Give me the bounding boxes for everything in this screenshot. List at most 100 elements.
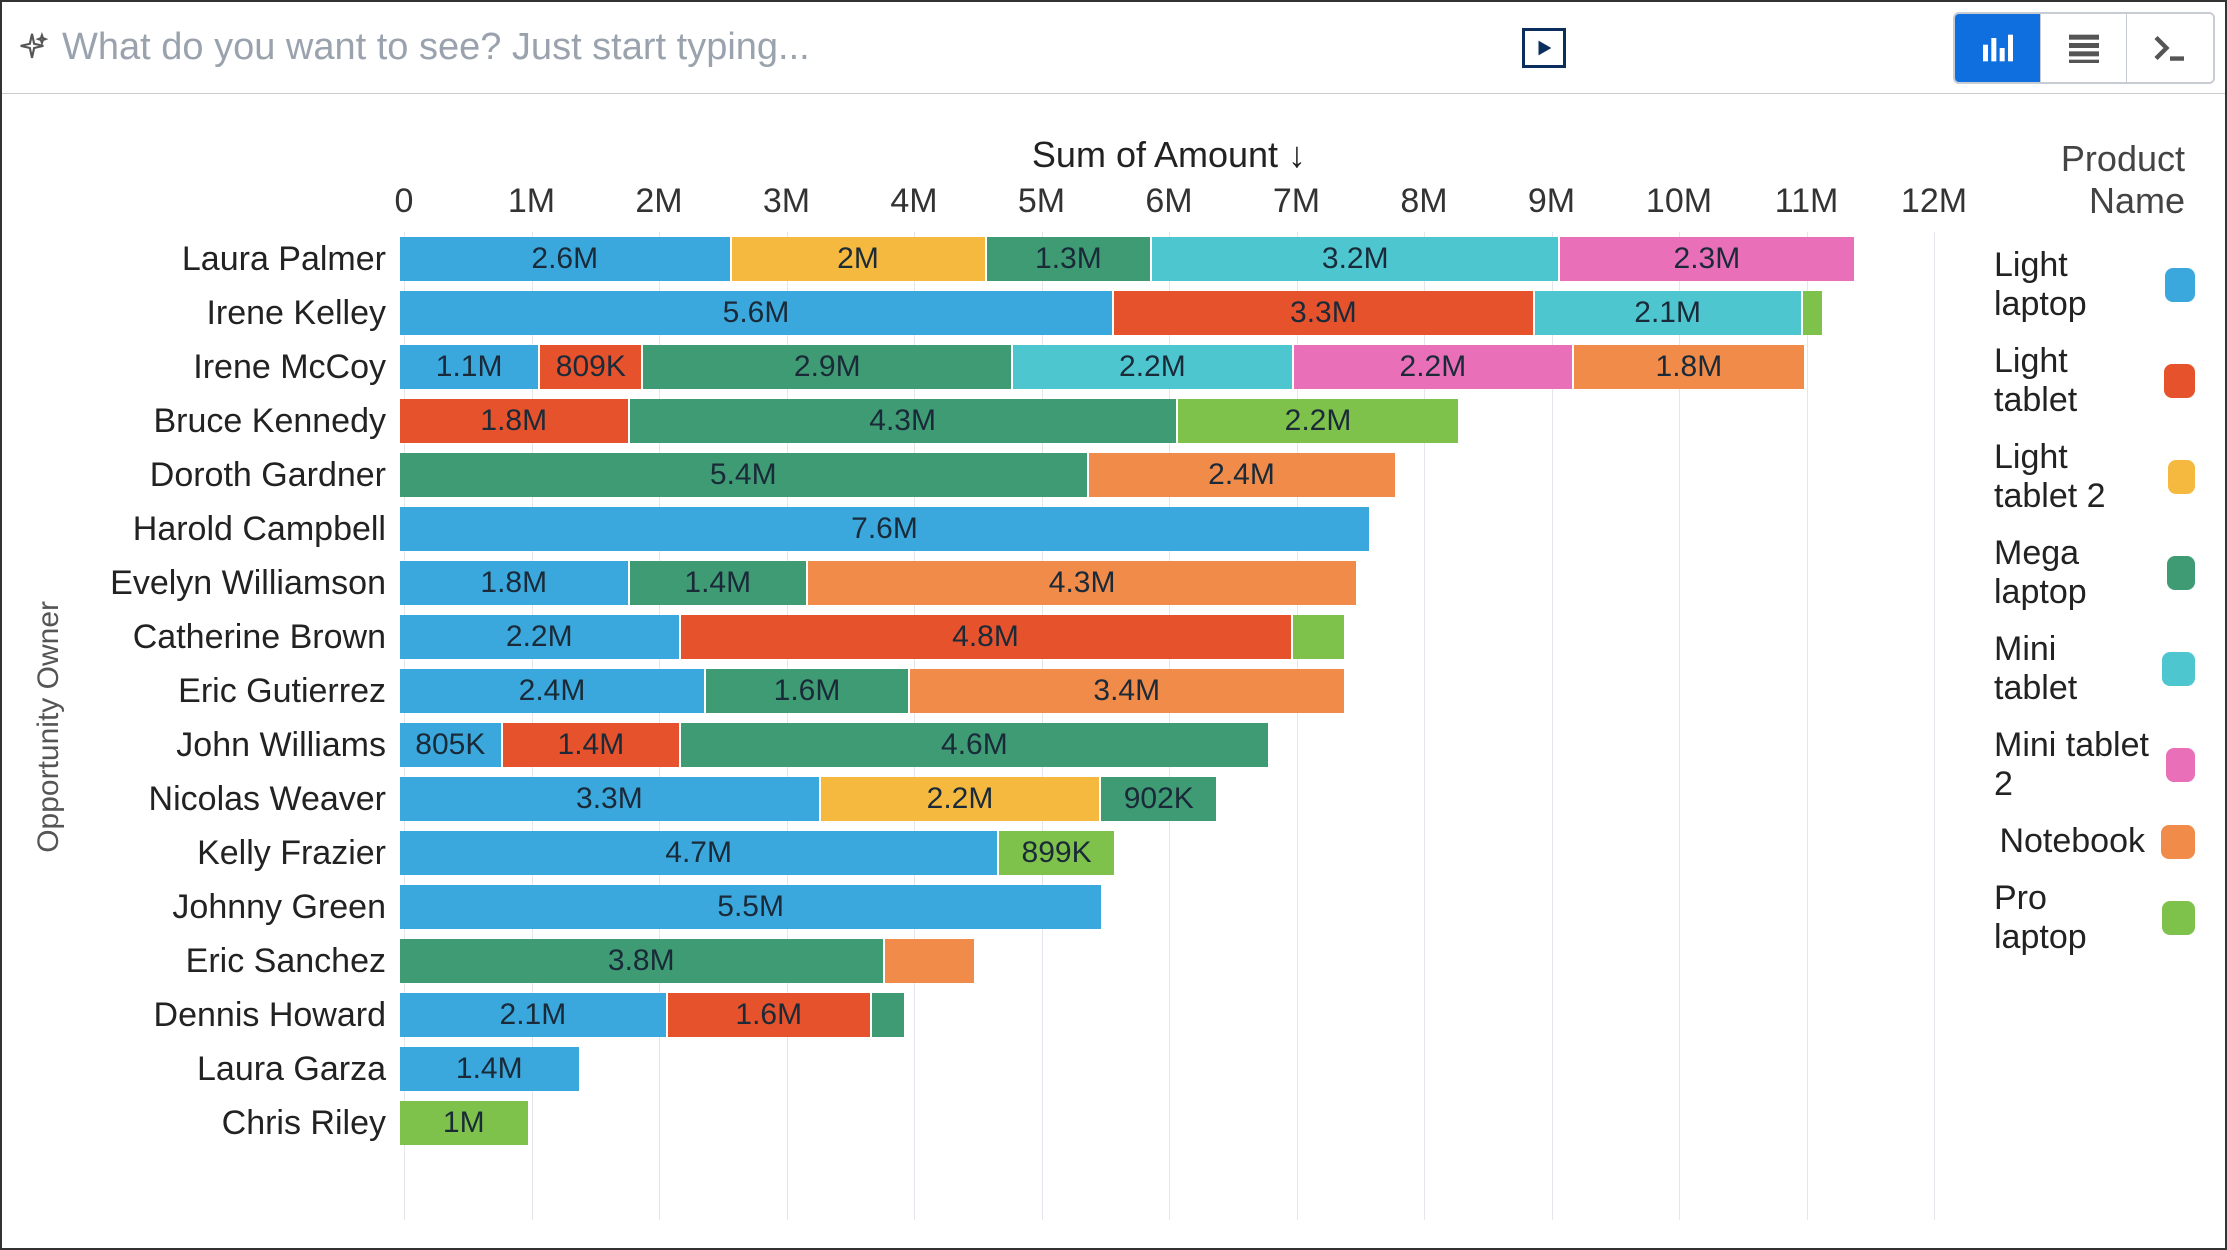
bar-segment[interactable]: 7.6M	[400, 507, 1369, 551]
bar[interactable]: 1.8M1.4M4.3M	[400, 559, 1934, 607]
chart-row: Catherine Brown2.2M4.8M	[84, 610, 1934, 664]
bar[interactable]: 3.3M2.2M902K	[400, 775, 1934, 823]
x-tick: 10M	[1646, 182, 1712, 221]
bar-segment[interactable]: 3.2M	[1152, 237, 1560, 281]
bar-segment[interactable]: 902K	[1101, 777, 1216, 821]
bar[interactable]: 2.6M2M1.3M3.2M2.3M	[400, 235, 1934, 283]
bar-segment[interactable]: 4.3M	[808, 561, 1356, 605]
x-tick: 3M	[763, 182, 810, 221]
bar-segment[interactable]: 1.6M	[668, 993, 872, 1037]
bar[interactable]: 3.8M	[400, 937, 1934, 985]
legend: Product Name Light laptop Light tablet Lig…	[1934, 134, 2195, 1220]
row-label: Laura Palmer	[84, 240, 400, 279]
bar-segment[interactable]: 1.8M	[400, 399, 630, 443]
row-label: Irene Kelley	[84, 294, 400, 333]
bar-segment[interactable]: 1.4M	[630, 561, 809, 605]
bar-segment[interactable]: 2.2M	[1294, 345, 1575, 389]
bar-segment[interactable]	[1293, 615, 1344, 659]
bar[interactable]: 1.4M	[400, 1045, 1934, 1093]
bar[interactable]: 1.8M4.3M2.2M	[400, 397, 1934, 445]
bar-segment[interactable]	[885, 939, 974, 983]
bar[interactable]: 2.1M1.6M	[400, 991, 1934, 1039]
y-axis-label: Opportunity Owner	[32, 601, 66, 853]
bar-segment[interactable]: 1.4M	[400, 1047, 579, 1091]
x-tick: 8M	[1400, 182, 1447, 221]
chart-row: Eric Gutierrez2.4M1.6M3.4M	[84, 664, 1934, 718]
x-tick: 7M	[1273, 182, 1320, 221]
bar-segment[interactable]: 809K	[540, 345, 643, 389]
bar-segment[interactable]: 3.8M	[400, 939, 885, 983]
bar[interactable]: 2.2M4.8M	[400, 613, 1934, 661]
bar-segment[interactable]: 5.6M	[400, 291, 1114, 335]
bar-segment[interactable]: 2M	[732, 237, 987, 281]
chart-area: Laura Palmer2.6M2M1.3M3.2M2.3MIrene Kell…	[84, 232, 1934, 1220]
bar-segment[interactable]: 3.4M	[910, 669, 1344, 713]
sparkle-icon	[12, 28, 52, 68]
bar-segment[interactable]: 4.6M	[681, 723, 1268, 767]
legend-item[interactable]: Notebook	[1994, 822, 2195, 861]
legend-item[interactable]: Mini tablet	[1994, 630, 2195, 708]
x-tick: 12M	[1901, 182, 1967, 221]
run-button[interactable]	[1522, 28, 1566, 68]
bar-segment[interactable]	[872, 993, 904, 1037]
bar-segment[interactable]: 1.3M	[987, 237, 1153, 281]
legend-item[interactable]: Mini tablet 2	[1994, 726, 2195, 804]
bar-segment[interactable]: 2.1M	[400, 993, 668, 1037]
legend-swatch	[2162, 901, 2195, 935]
bar-segment[interactable]: 3.3M	[400, 777, 821, 821]
bar-segment[interactable]: 2.4M	[1089, 453, 1395, 497]
legend-item[interactable]: Light laptop	[1994, 246, 2195, 324]
row-label: Harold Campbell	[84, 510, 400, 549]
bar-segment[interactable]: 4.7M	[400, 831, 999, 875]
bar-segment[interactable]: 2.1M	[1535, 291, 1803, 335]
bar-segment[interactable]: 1.6M	[706, 669, 910, 713]
legend-title: Product Name	[1994, 138, 2195, 222]
bar[interactable]: 2.4M1.6M3.4M	[400, 667, 1934, 715]
bar-segment[interactable]: 1.8M	[1574, 345, 1804, 389]
legend-item[interactable]: Light tablet 2	[1994, 438, 2195, 516]
legend-swatch	[2167, 556, 2195, 590]
bar-segment[interactable]: 1.8M	[400, 561, 630, 605]
bar-segment[interactable]: 4.3M	[630, 399, 1178, 443]
bar[interactable]: 805K1.4M4.6M	[400, 721, 1934, 769]
bar-segment[interactable]: 2.2M	[1013, 345, 1294, 389]
search-input[interactable]	[62, 18, 1512, 78]
bar[interactable]: 5.4M2.4M	[400, 451, 1934, 499]
bar[interactable]: 7.6M	[400, 505, 1934, 553]
bar-segment[interactable]: 1M	[400, 1101, 528, 1145]
bar-segment[interactable]: 2.2M	[400, 615, 681, 659]
bar-segment[interactable]: 3.3M	[1114, 291, 1535, 335]
bar-segment[interactable]	[1803, 291, 1822, 335]
row-label: Johnny Green	[84, 888, 400, 927]
legend-item[interactable]: Light tablet	[1994, 342, 2195, 420]
bar[interactable]: 5.5M	[400, 883, 1934, 931]
view-table-button[interactable]	[2041, 14, 2127, 82]
bar-segment[interactable]: 2.6M	[400, 237, 732, 281]
bar-segment[interactable]: 2.2M	[1178, 399, 1459, 443]
bar-segment[interactable]: 2.3M	[1560, 237, 1853, 281]
bar[interactable]: 4.7M899K	[400, 829, 1934, 877]
bar-segment[interactable]: 2.4M	[400, 669, 706, 713]
bar-segment[interactable]: 805K	[400, 723, 503, 767]
chart-row: Bruce Kennedy1.8M4.3M2.2M	[84, 394, 1934, 448]
row-label: Bruce Kennedy	[84, 402, 400, 441]
view-chart-button[interactable]	[1955, 14, 2041, 82]
bar-segment[interactable]: 5.4M	[400, 453, 1089, 497]
bar-segment[interactable]: 2.9M	[643, 345, 1013, 389]
view-console-button[interactable]	[2127, 14, 2213, 82]
bar-segment[interactable]: 4.8M	[681, 615, 1293, 659]
bar-segment[interactable]: 899K	[999, 831, 1114, 875]
bar[interactable]: 1M	[400, 1099, 1934, 1147]
bar[interactable]: 5.6M3.3M2.1M	[400, 289, 1934, 337]
legend-item[interactable]: Mega laptop	[1994, 534, 2195, 612]
row-label: Eric Sanchez	[84, 942, 400, 981]
bar-segment[interactable]: 1.4M	[503, 723, 682, 767]
bar[interactable]: 1.1M809K2.9M2.2M2.2M1.8M	[400, 343, 1934, 391]
legend-item[interactable]: Pro laptop	[1994, 879, 2195, 957]
bar-segment[interactable]: 1.1M	[400, 345, 540, 389]
chart-row: Eric Sanchez3.8M	[84, 934, 1934, 988]
bar-segment[interactable]: 5.5M	[400, 885, 1101, 929]
chart-row: Laura Garza1.4M	[84, 1042, 1934, 1096]
legend-label: Notebook	[1999, 822, 2145, 861]
bar-segment[interactable]: 2.2M	[821, 777, 1102, 821]
